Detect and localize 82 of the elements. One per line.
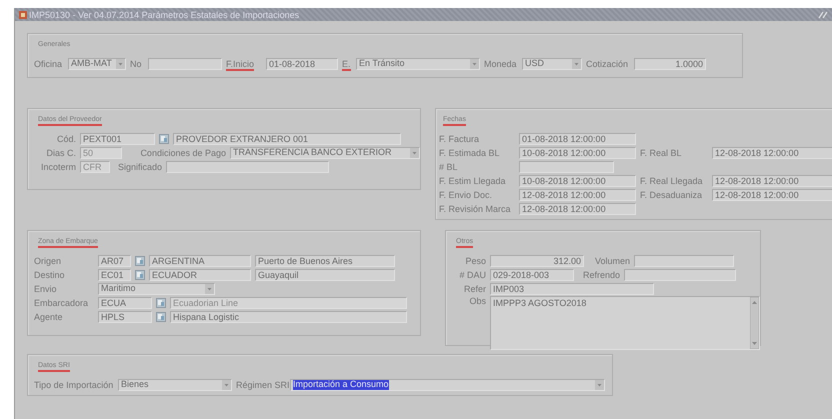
dropdown[interactable]: TRANSFERENCIA BANCO EXTERIOR — [230, 146, 420, 158]
input-field[interactable]: CFR — [80, 160, 110, 172]
field-label: F. Desaduaniza — [640, 190, 702, 202]
lookup-icon[interactable] — [135, 270, 145, 280]
text-area[interactable]: IMPPP3 AGOSTO2018 — [490, 296, 760, 350]
field-label: Destino — [34, 270, 65, 282]
field-label: Refer — [464, 284, 486, 296]
dropdown[interactable]: Maritimo — [98, 282, 215, 294]
lookup-icon[interactable] — [156, 298, 166, 308]
input-field[interactable]: 1.0000 — [634, 58, 706, 70]
resize-icon[interactable] — [818, 10, 828, 18]
input-field[interactable] — [624, 268, 736, 280]
field-label: Volumen — [594, 256, 630, 268]
field-label: Cotización — [586, 58, 628, 70]
field-label: Obs — [469, 296, 486, 308]
field-label: F. Estimada BL — [439, 148, 500, 160]
input-field[interactable]: Hispana Logistic — [170, 310, 407, 322]
field-label: Agente — [34, 312, 63, 324]
field-label: F. Estim Llegada — [439, 176, 506, 188]
field-label: Embarcadora — [34, 298, 88, 310]
field-label: Refrendo — [582, 270, 620, 282]
input-field[interactable]: 029-2018-003 — [490, 268, 574, 280]
input-field[interactable]: 01-08-2018 — [266, 58, 338, 70]
input-field[interactable]: 10-08-2018 12:00:00 — [519, 146, 636, 158]
field-label: Moneda — [484, 58, 517, 70]
input-field[interactable]: EC01 — [98, 268, 131, 280]
input-field[interactable]: 12-08-2018 12:00:00 — [519, 202, 636, 214]
input-field[interactable]: 12-08-2018 12:00:00 — [712, 188, 832, 200]
input-field[interactable]: PEXT001 — [80, 132, 155, 144]
input-field[interactable] — [519, 160, 614, 172]
field-label: # BL — [439, 162, 458, 174]
input-field[interactable]: ECUA — [98, 296, 152, 308]
field-label: Régimen SRI — [236, 380, 290, 392]
field-label: Peso — [465, 256, 486, 268]
input-field[interactable] — [166, 160, 329, 172]
input-field[interactable]: Ecuadorian Line — [170, 296, 407, 308]
input-field[interactable]: Puerto de Buenos Aires — [255, 254, 395, 266]
scrollbar-icon[interactable] — [750, 297, 759, 349]
dropdown[interactable]: AMB-MAT — [68, 58, 126, 70]
field-label: # DAU — [459, 270, 486, 282]
field-label: Incoterm — [40, 162, 76, 174]
field-label: Significado — [118, 162, 162, 174]
input-field[interactable]: PROVEDOR EXTRANJERO 001 — [173, 132, 401, 144]
field-label: F. Real Llegada — [640, 176, 703, 188]
input-field[interactable]: HPLS — [98, 310, 152, 322]
input-field[interactable]: IMP003 — [490, 282, 654, 294]
field-label: F. Revisión Marca — [439, 204, 511, 216]
field-label: Dias C. — [46, 148, 76, 160]
window-title: IMP50130 - Ver 04.07.2014 Parámetros Estatales de Importaciones — [29, 10, 300, 20]
field-label: Condiciones de Pago — [140, 148, 226, 160]
field-label: Envio — [34, 284, 57, 296]
field-label: F. Real BL — [640, 148, 682, 160]
input-field[interactable]: 12-08-2018 12:00:00 — [712, 174, 832, 186]
dropdown[interactable]: Bienes — [118, 378, 232, 390]
input-field[interactable]: 312.00 — [490, 254, 584, 266]
lookup-icon[interactable] — [156, 312, 166, 322]
input-field[interactable]: 10-08-2018 12:00:00 — [519, 174, 636, 186]
field-label: Tipo de Importación — [34, 380, 114, 392]
input-field[interactable]: 50 — [80, 146, 122, 158]
input-field[interactable]: AR07 — [98, 254, 131, 266]
field-label: F. Envio Doc. — [439, 190, 492, 202]
app-icon — [19, 10, 27, 18]
input-field[interactable]: 01-08-2018 12:00:00 — [519, 132, 636, 144]
input-field[interactable] — [634, 254, 734, 266]
field-label: E. — [342, 58, 351, 70]
input-field[interactable]: Guayaquil — [255, 268, 395, 280]
field-label: F.Inicio — [226, 58, 254, 70]
input-field[interactable]: ECUADOR — [149, 268, 251, 280]
field-label: F. Factura — [439, 134, 480, 146]
dropdown[interactable]: USD — [522, 58, 582, 70]
dropdown[interactable]: En Tránsito — [356, 58, 480, 70]
dropdown[interactable]: Importación a Consumo — [290, 378, 605, 390]
field-label: Oficina — [34, 58, 62, 70]
field-label: Cód. — [56, 134, 76, 146]
lookup-icon[interactable] — [159, 134, 169, 144]
lookup-icon[interactable] — [135, 256, 145, 266]
input-field[interactable]: ARGENTINA — [149, 254, 251, 266]
input-field[interactable]: 12-08-2018 12:00:00 — [712, 146, 832, 158]
field-label: Origen — [34, 256, 62, 268]
input-field[interactable] — [148, 58, 222, 70]
input-field[interactable]: 12-08-2018 12:00:00 — [519, 188, 636, 200]
field-label: No — [130, 58, 142, 70]
